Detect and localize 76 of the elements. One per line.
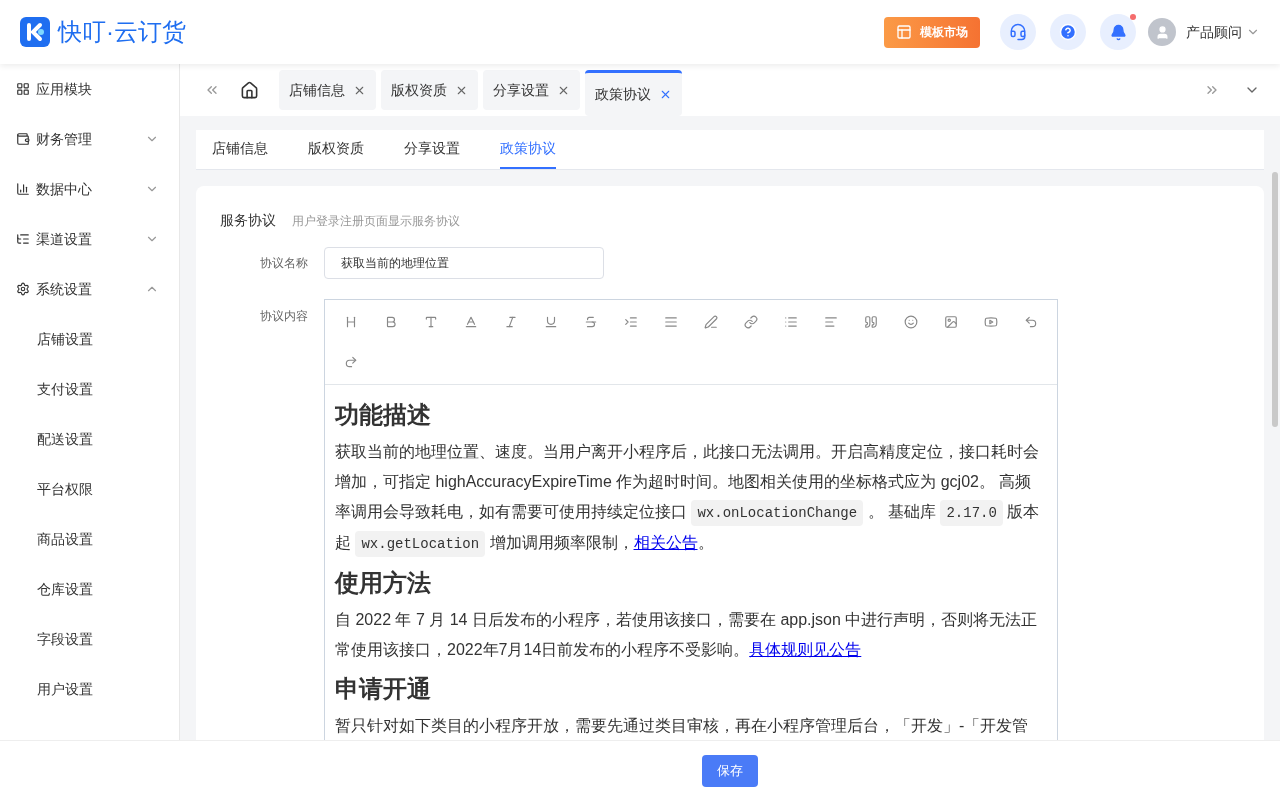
sidebar-subitem[interactable]: 仓库设置: [0, 564, 179, 614]
help-button[interactable]: [1050, 14, 1086, 50]
section-tab[interactable]: 分享设置: [404, 130, 460, 169]
settings-icon: [16, 282, 30, 296]
link-icon[interactable]: [744, 315, 758, 329]
user-icon: [1154, 24, 1170, 40]
sidebar-item[interactable]: 系统设置: [0, 264, 179, 314]
section-tab[interactable]: 店铺信息: [212, 130, 268, 169]
bullet-list-icon[interactable]: [784, 315, 798, 329]
page-tab[interactable]: 分享设置: [483, 70, 580, 110]
user-name[interactable]: 产品顾问: [1186, 21, 1242, 43]
bold-icon[interactable]: [384, 315, 398, 329]
quote-icon[interactable]: [864, 315, 878, 329]
sidebar-subitem[interactable]: 店铺设置: [0, 314, 179, 364]
emoji-icon[interactable]: [904, 315, 918, 329]
page-tab[interactable]: 政策协议: [585, 70, 682, 116]
inline-code: wx.onLocationChange: [691, 500, 864, 526]
page-tab[interactable]: 店铺信息: [279, 70, 376, 110]
content-heading: 功能描述: [335, 400, 432, 430]
section-hint: 用户登录注册页面显示服务协议: [292, 213, 460, 230]
sidebar-subitem[interactable]: 商品设置: [0, 514, 179, 564]
font-icon[interactable]: [464, 315, 478, 329]
link[interactable]: 相关公告: [633, 534, 698, 551]
sidebar-item[interactable]: 渠道设置: [0, 214, 179, 264]
inline-code: wx.getLocation: [355, 531, 486, 557]
grid-icon: [16, 82, 30, 96]
wallet-icon: [16, 132, 30, 146]
link[interactable]: 具体规则见公告: [749, 641, 862, 658]
logo-icon: [20, 17, 50, 47]
content-paragraph: 自 2022 年 7 月 14 日后发布的小程序，若使用该接口，需要在 app.json 中进行声明，否则将无法正常使用该接口，2022年7月14日前发布的小程序不受影响。具体规则见公告: [335, 610, 1039, 660]
inline-code: 2.17.0: [940, 500, 1003, 526]
content-paragraph: 获取当前的地理位置、速度。当用户离开小程序后，此接口无法调用。开启高精度定位，接口耗时会增加，可指定 highAccuracyExpireTime 作为超时时间。地图相关使用的坐标格式应为 gcj02。 高频率调用会导致耗电，如有需要可使用持续定位接口 wx.onLocationChange 。 基础库 2.17.0 版本起 wx.getLocation 增加调用频率限制，相关公告。: [335, 437, 1047, 559]
content-paragraph: 暂只针对如下类目的小程序开放，需要先通过类目审核，再在小程序管理后台，「开发」-「开发管: [335, 716, 1030, 736]
undo-icon[interactable]: [1024, 315, 1038, 329]
line-height-icon[interactable]: [664, 315, 678, 329]
layout-icon: [896, 24, 912, 40]
text-size-icon[interactable]: [424, 315, 438, 329]
close-icon: [659, 88, 672, 101]
sidebar-subitem[interactable]: 字段设置: [0, 614, 179, 664]
content-heading: 申请开通: [335, 674, 432, 704]
video-icon[interactable]: [984, 315, 998, 329]
underline-icon[interactable]: [544, 315, 558, 329]
notification-button[interactable]: [1100, 14, 1136, 50]
heading-icon[interactable]: [344, 315, 358, 329]
sidebar-subitem[interactable]: 支付设置: [0, 364, 179, 414]
sidebar-item[interactable]: 应用模块: [0, 64, 179, 114]
sidebar-subitem[interactable]: 配送设置: [0, 414, 179, 464]
list-icon: [16, 232, 30, 246]
redo-icon[interactable]: [344, 355, 358, 369]
page-tab[interactable]: 版权资质: [381, 70, 478, 110]
sidebar-subitem[interactable]: 平台权限: [0, 464, 179, 514]
field-label: 协议名称: [259, 255, 309, 272]
content-heading: 使用方法: [335, 568, 432, 598]
strikethrough-icon[interactable]: [584, 315, 598, 329]
name-input[interactable]: 获取当前的地理位置: [324, 247, 604, 279]
headset-icon: [1009, 23, 1027, 41]
section-tab[interactable]: 政策协议: [500, 130, 556, 169]
support-button[interactable]: [1000, 14, 1036, 50]
bell-icon: [1109, 23, 1127, 41]
pen-icon[interactable]: [704, 315, 718, 329]
section-tab[interactable]: 版权资质: [308, 130, 364, 169]
align-left-icon[interactable]: [824, 315, 838, 329]
sidebar-item[interactable]: 数据中心: [0, 164, 179, 214]
image-icon[interactable]: [944, 315, 958, 329]
home-icon: [240, 80, 259, 100]
indent-icon[interactable]: [624, 315, 638, 329]
sidebar-subitem[interactable]: 用户设置: [0, 664, 179, 714]
help-icon: [1059, 23, 1077, 41]
italic-icon[interactable]: [504, 315, 518, 329]
section-title: 服务协议: [220, 211, 276, 230]
logo-text: 快叮·云订货: [58, 17, 186, 47]
bar-chart-icon: [16, 182, 30, 196]
field-label: 协议内容: [259, 308, 309, 325]
save-button[interactable]: 保存: [702, 754, 758, 787]
sidebar-item[interactable]: 财务管理: [0, 114, 179, 164]
scrollbar[interactable]: [1272, 172, 1278, 427]
